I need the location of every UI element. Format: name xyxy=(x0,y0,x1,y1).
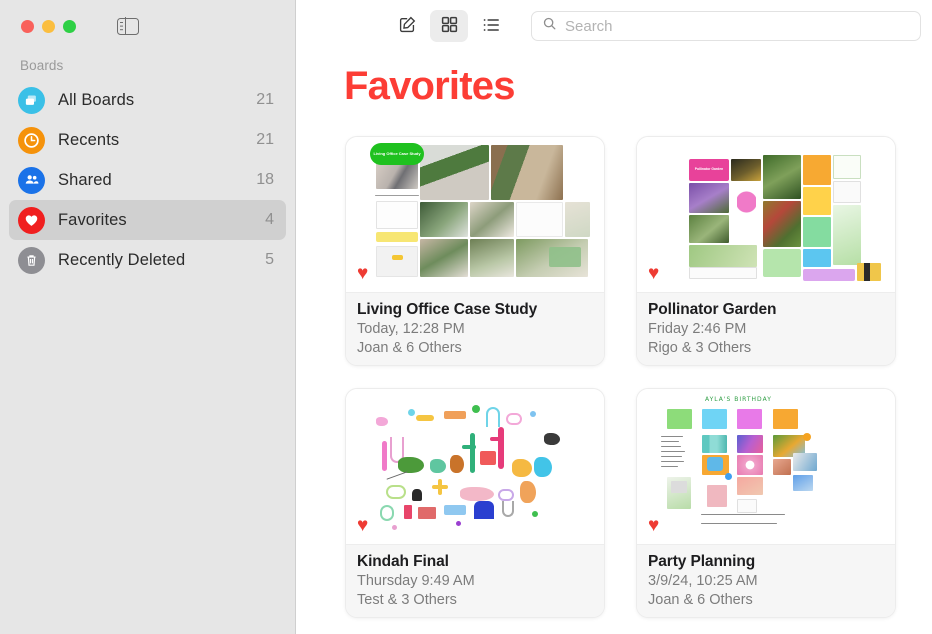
sidebar-item-label: Favorites xyxy=(58,210,127,229)
page-title: Favorites xyxy=(344,64,515,108)
sidebar-item-count: 21 xyxy=(256,91,274,108)
thumbnail-label: AYLA'S BIRTHDAY xyxy=(705,396,772,403)
titlebar xyxy=(0,0,295,52)
sidebar-item-label: All Boards xyxy=(58,90,135,109)
compose-button[interactable] xyxy=(388,10,426,42)
board-people: Test & 3 Others xyxy=(357,592,457,609)
sidebar-item-count: 4 xyxy=(265,211,274,228)
thumbnail-collage: Living Office Case Study xyxy=(346,137,604,292)
board-meta: Kindah Final Thursday 9:49 AM Test & 3 O… xyxy=(346,544,604,617)
sidebar: Boards All Boards 21 Recents 21 Shared 1… xyxy=(0,0,296,634)
sidebar-item-label: Recents xyxy=(58,130,120,149)
board-meta: Pollinator Garden Friday 2:46 PM Rigo & … xyxy=(637,292,895,365)
trash-icon xyxy=(18,246,45,274)
board-date: 3/9/24, 10:25 AM xyxy=(648,573,758,589)
board-title: Pollinator Garden xyxy=(648,301,777,318)
board-people: Joan & 6 Others xyxy=(357,340,462,357)
board-title: Party Planning xyxy=(648,553,756,570)
close-button[interactable] xyxy=(21,19,34,33)
board-date: Thursday 9:49 AM xyxy=(357,573,475,589)
zoom-button[interactable] xyxy=(63,19,76,33)
sidebar-toggle-icon[interactable] xyxy=(117,16,139,36)
board-people: Joan & 6 Others xyxy=(648,592,753,609)
thumbnail-label: Living Office Case Study xyxy=(370,143,424,165)
favorite-heart-icon[interactable]: ♥ xyxy=(648,516,659,535)
boards-grid: Living Office Case Study ♥ Living Office… xyxy=(296,109,932,617)
thumbnail-collage: Pollinator Garden xyxy=(637,137,895,292)
board-card[interactable]: ♥ Kindah Final Thursday 9:49 AM Test & 3… xyxy=(346,389,604,617)
list-view-button[interactable] xyxy=(472,10,510,42)
board-date: Friday 2:46 PM xyxy=(648,321,747,337)
sidebar-nav-list: All Boards 21 Recents 21 Shared 18 Favor… xyxy=(0,80,295,280)
thumbnail-label: Pollinator Garden xyxy=(689,159,729,181)
board-card[interactable]: Pollinator Garden ♥ Pollinator Garden Fr… xyxy=(637,137,895,365)
sidebar-item-shared[interactable]: Shared 18 xyxy=(9,160,286,200)
sidebar-item-count: 21 xyxy=(256,131,274,148)
thumbnail-collage: AYLA'S BIRTHDAY xyxy=(637,389,895,544)
sidebar-item-favorites[interactable]: Favorites 4 xyxy=(9,200,286,240)
sidebar-item-label: Shared xyxy=(58,170,112,189)
search-field[interactable] xyxy=(531,11,921,41)
sidebar-section-label: Boards xyxy=(20,58,64,73)
board-meta: Party Planning 3/9/24, 10:25 AM Joan & 6… xyxy=(637,544,895,617)
people-icon xyxy=(18,166,45,194)
clock-icon xyxy=(18,126,45,154)
main-content: Favorites xyxy=(296,0,932,634)
sidebar-item-recents[interactable]: Recents 21 xyxy=(9,120,286,160)
board-thumbnail: ♥ xyxy=(346,389,604,544)
grid-view-button[interactable] xyxy=(430,10,468,42)
compose-icon xyxy=(398,15,417,37)
sidebar-item-count: 18 xyxy=(256,171,274,188)
favorite-heart-icon[interactable]: ♥ xyxy=(357,516,368,535)
board-card[interactable]: AYLA'S BIRTHDAY ♥ Party Planning 3/9/24,… xyxy=(637,389,895,617)
board-title: Living Office Case Study xyxy=(357,301,538,318)
board-thumbnail: AYLA'S BIRTHDAY ♥ xyxy=(637,389,895,544)
thumbnail-collage xyxy=(346,389,604,544)
boards-icon xyxy=(18,86,45,114)
favorite-heart-icon[interactable]: ♥ xyxy=(648,264,659,283)
board-thumbnail: Living Office Case Study ♥ xyxy=(346,137,604,292)
board-date: Today, 12:28 PM xyxy=(357,321,465,337)
toolbar xyxy=(296,0,932,52)
board-thumbnail: Pollinator Garden ♥ xyxy=(637,137,895,292)
sidebar-item-recently-deleted[interactable]: Recently Deleted 5 xyxy=(9,240,286,280)
minimize-button[interactable] xyxy=(42,19,55,33)
search-input[interactable] xyxy=(565,17,910,35)
sidebar-item-count: 5 xyxy=(265,251,274,268)
search-icon xyxy=(542,16,557,36)
sidebar-item-all-boards[interactable]: All Boards 21 xyxy=(9,80,286,120)
grid-view-icon xyxy=(440,15,459,37)
heart-icon xyxy=(18,206,45,234)
board-title: Kindah Final xyxy=(357,553,449,570)
board-people: Rigo & 3 Others xyxy=(648,340,752,357)
sidebar-item-label: Recently Deleted xyxy=(58,250,186,269)
board-meta: Living Office Case Study Today, 12:28 PM… xyxy=(346,292,604,365)
list-view-icon xyxy=(481,15,501,38)
app-window: Boards All Boards 21 Recents 21 Shared 1… xyxy=(0,0,932,634)
board-card[interactable]: Living Office Case Study ♥ Living Office… xyxy=(346,137,604,365)
favorite-heart-icon[interactable]: ♥ xyxy=(357,264,368,283)
